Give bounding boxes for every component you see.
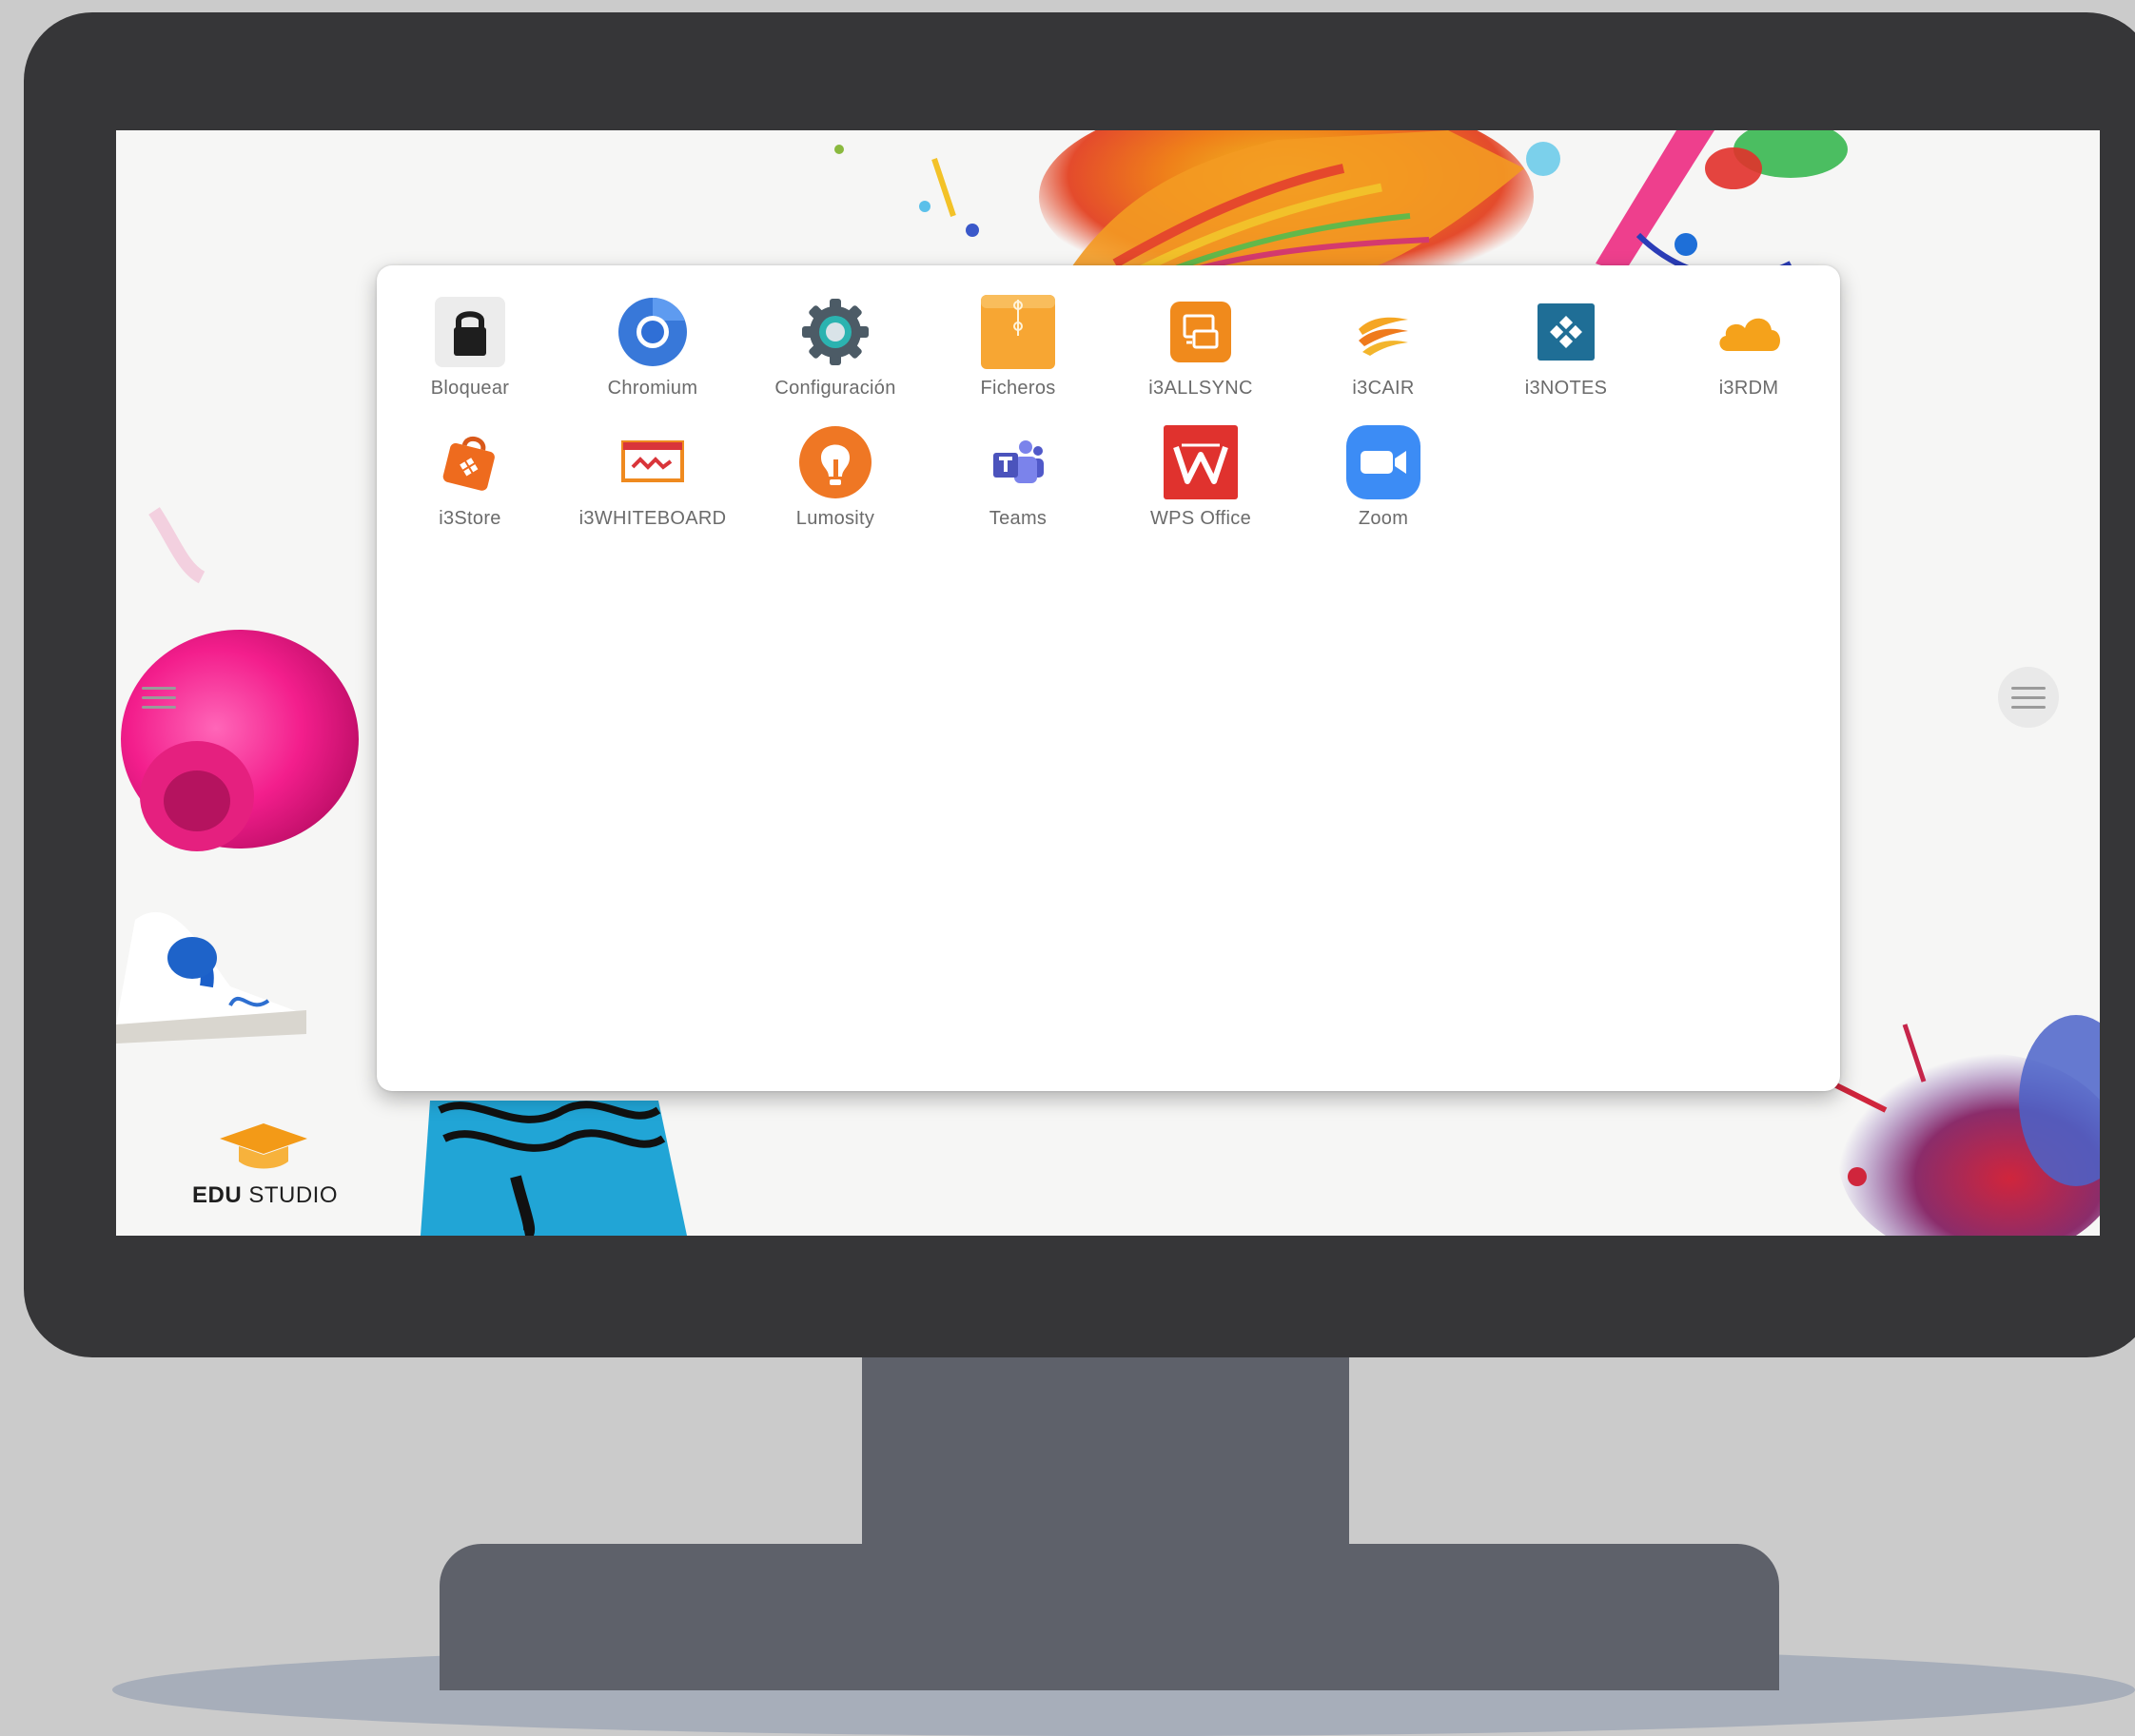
app-i3rdm[interactable]: i3RDM — [1657, 294, 1840, 400]
left-drawer-handle[interactable] — [128, 667, 189, 728]
right-drawer-handle[interactable] — [1998, 667, 2059, 728]
app-teams[interactable]: Teams — [927, 424, 1109, 530]
screen: EDU STUDIO Bloquear Chromium Configuraci… — [116, 130, 2100, 1236]
app-label: WPS Office — [1150, 508, 1251, 529]
app-label: i3RDM — [1718, 378, 1779, 399]
teams-icon — [980, 424, 1056, 500]
app-lumosity[interactable]: Lumosity — [744, 424, 927, 530]
app-label: Lumosity — [795, 508, 875, 529]
app-i3whiteboard[interactable]: i3WHITEBOARD — [561, 424, 744, 530]
app-label: i3WHITEBOARD — [578, 508, 727, 529]
i3allsync-icon — [1163, 294, 1239, 370]
app-label: Configuración — [774, 378, 896, 399]
zoom-camera-icon — [1345, 424, 1421, 500]
app-i3allsync[interactable]: i3ALLSYNC — [1109, 294, 1292, 400]
app-configuracion[interactable]: Configuración — [744, 294, 927, 400]
app-chromium[interactable]: Chromium — [561, 294, 744, 400]
app-grid: Bloquear Chromium Configuración Ficheros… — [377, 265, 1842, 530]
app-label: Teams — [989, 508, 1048, 529]
menu-line — [2011, 686, 2046, 690]
app-bloquear[interactable]: Bloquear — [379, 294, 561, 400]
app-label: i3NOTES — [1524, 378, 1608, 399]
app-label: i3ALLSYNC — [1148, 378, 1253, 399]
app-label: Ficheros — [980, 378, 1056, 399]
monitor-stand-neck — [862, 1351, 1349, 1551]
app-i3cair[interactable]: i3CAIR — [1292, 294, 1475, 400]
lock-icon — [432, 294, 508, 370]
menu-line — [142, 705, 176, 709]
menu-line — [2011, 695, 2046, 699]
lumosity-icon — [797, 424, 873, 500]
app-label: Zoom — [1358, 508, 1409, 529]
i3notes-icon — [1528, 294, 1604, 370]
chromium-icon — [615, 294, 691, 370]
whiteboard-icon — [615, 424, 691, 500]
store-bag-icon — [432, 424, 508, 500]
app-ficheros[interactable]: Ficheros — [927, 294, 1109, 400]
app-label: i3Store — [439, 508, 501, 529]
gear-icon — [797, 294, 873, 370]
app-label: i3CAIR — [1352, 378, 1415, 399]
logo-text: EDU STUDIO — [192, 1182, 339, 1208]
app-i3notes[interactable]: i3NOTES — [1475, 294, 1657, 400]
i3cair-icon — [1345, 294, 1421, 370]
app-label: Chromium — [607, 378, 698, 399]
wps-office-icon — [1163, 424, 1239, 500]
app-i3store[interactable]: i3Store — [379, 424, 561, 530]
monitor-bezel: EDU STUDIO Bloquear Chromium Configuraci… — [24, 12, 2135, 1357]
edu-studio-logo: EDU STUDIO — [192, 1120, 339, 1209]
app-zoom[interactable]: Zoom — [1292, 424, 1475, 530]
folder-icon — [980, 294, 1056, 370]
menu-line — [142, 686, 176, 690]
graduation-cap-icon — [220, 1123, 307, 1169]
app-label: Bloquear — [430, 378, 510, 399]
menu-line — [142, 695, 176, 699]
app-wps-office[interactable]: WPS Office — [1109, 424, 1292, 530]
cloud-icon — [1711, 294, 1787, 370]
app-drawer: Bloquear Chromium Configuración Ficheros… — [377, 265, 1840, 1091]
menu-line — [2011, 705, 2046, 709]
monitor-stand-base — [440, 1544, 1779, 1690]
